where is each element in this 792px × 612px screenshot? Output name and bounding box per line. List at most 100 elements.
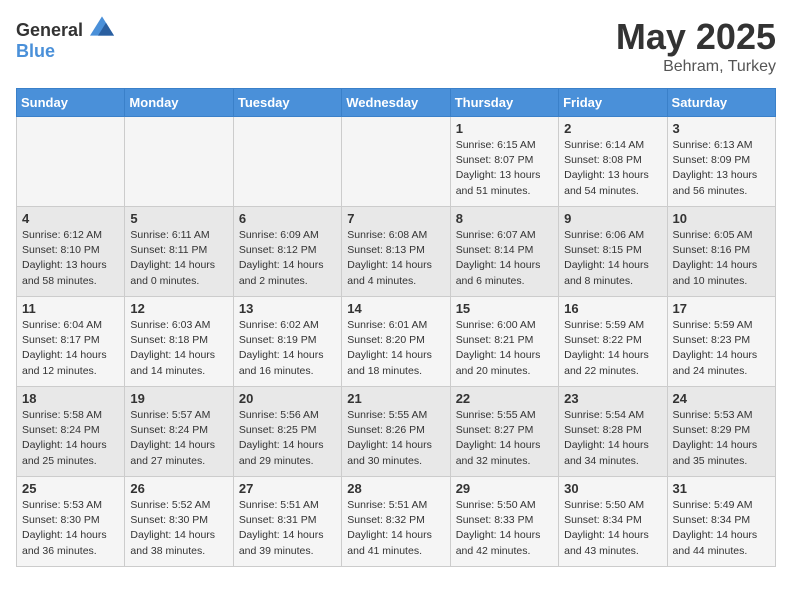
day-info: Sunrise: 5:53 AM Sunset: 8:30 PM Dayligh… (22, 498, 119, 559)
calendar-header: SundayMondayTuesdayWednesdayThursdayFrid… (17, 89, 776, 117)
day-cell: 13 Sunrise: 6:02 AM Sunset: 8:19 PM Dayli… (233, 297, 341, 387)
day-number: 6 (239, 211, 336, 226)
day-cell: 15 Sunrise: 6:00 AM Sunset: 8:21 PM Dayli… (450, 297, 558, 387)
day-cell: 2Sunrise: 6:14 AM Sunset: 8:08 PM Daylig… (559, 117, 667, 207)
day-number: 24 (673, 391, 770, 406)
page-header: General Blue May 2025 Behram, Turkey (16, 16, 776, 76)
day-info: Sunrise: 5:56 AM Sunset: 8:25 PM Dayligh… (239, 408, 336, 469)
day-info: Sunrise: 5:59 AM Sunset: 8:22 PM Dayligh… (564, 318, 661, 379)
day-number: 5 (130, 211, 227, 226)
day-info: Sunrise: 6:01 AM Sunset: 8:20 PM Dayligh… (347, 318, 444, 379)
day-cell: 11 Sunrise: 6:04 AM Sunset: 8:17 PM Dayli… (17, 297, 125, 387)
day-header-tuesday: Tuesday (233, 89, 341, 117)
day-info: Sunrise: 6:03 AM Sunset: 8:18 PM Dayligh… (130, 318, 227, 379)
day-info: Sunrise: 6:05 AM Sunset: 8:16 PM Dayligh… (673, 228, 770, 289)
week-row-2: 4 Sunrise: 6:12 AM Sunset: 8:10 PM Daylig… (17, 207, 776, 297)
day-header-monday: Monday (125, 89, 233, 117)
day-info: Sunrise: 6:11 AM Sunset: 8:11 PM Dayligh… (130, 228, 227, 289)
day-number: 17 (673, 301, 770, 316)
day-cell: 4 Sunrise: 6:12 AM Sunset: 8:10 PM Daylig… (17, 207, 125, 297)
day-info: Sunrise: 5:53 AM Sunset: 8:29 PM Dayligh… (673, 408, 770, 469)
day-header-thursday: Thursday (450, 89, 558, 117)
day-number: 25 (22, 481, 119, 496)
day-cell: 22 Sunrise: 5:55 AM Sunset: 8:27 PM Dayli… (450, 387, 558, 477)
day-cell: 25 Sunrise: 5:53 AM Sunset: 8:30 PM Dayli… (17, 477, 125, 567)
day-cell: 3 Sunrise: 6:13 AM Sunset: 8:09 PM Daylig… (667, 117, 775, 207)
day-cell: 30 Sunrise: 5:50 AM Sunset: 8:34 PM Dayli… (559, 477, 667, 567)
day-cell (125, 117, 233, 207)
day-cell: 19 Sunrise: 5:57 AM Sunset: 8:24 PM Dayli… (125, 387, 233, 477)
day-info: Sunrise: 6:08 AM Sunset: 8:13 PM Dayligh… (347, 228, 444, 289)
day-number: 29 (456, 481, 553, 496)
day-info: Sunrise: 5:52 AM Sunset: 8:30 PM Dayligh… (130, 498, 227, 559)
day-info: Sunrise: 6:04 AM Sunset: 8:17 PM Dayligh… (22, 318, 119, 379)
day-number: 20 (239, 391, 336, 406)
day-cell: 5 Sunrise: 6:11 AM Sunset: 8:11 PM Daylig… (125, 207, 233, 297)
day-number: 3 (673, 121, 770, 136)
day-number: 12 (130, 301, 227, 316)
day-info: Sunrise: 6:15 AM Sunset: 8:07 PM Dayligh… (456, 138, 553, 199)
day-number: 31 (673, 481, 770, 496)
day-info: Sunrise: 6:13 AM Sunset: 8:09 PM Dayligh… (673, 138, 770, 199)
day-cell: 29Sunrise: 5:50 AM Sunset: 8:33 PM Dayli… (450, 477, 558, 567)
day-cell: 31 Sunrise: 5:49 AM Sunset: 8:34 PM Dayli… (667, 477, 775, 567)
day-info: Sunrise: 5:51 AM Sunset: 8:31 PM Dayligh… (239, 498, 336, 559)
day-number: 9 (564, 211, 661, 226)
day-cell: 1Sunrise: 6:15 AM Sunset: 8:07 PM Daylig… (450, 117, 558, 207)
day-info: Sunrise: 6:12 AM Sunset: 8:10 PM Dayligh… (22, 228, 119, 289)
week-row-4: 18Sunrise: 5:58 AM Sunset: 8:24 PM Dayli… (17, 387, 776, 477)
day-number: 13 (239, 301, 336, 316)
day-cell: 12 Sunrise: 6:03 AM Sunset: 8:18 PM Dayli… (125, 297, 233, 387)
week-row-3: 11 Sunrise: 6:04 AM Sunset: 8:17 PM Dayli… (17, 297, 776, 387)
day-number: 7 (347, 211, 444, 226)
day-cell: 18Sunrise: 5:58 AM Sunset: 8:24 PM Dayli… (17, 387, 125, 477)
day-info: Sunrise: 5:55 AM Sunset: 8:27 PM Dayligh… (456, 408, 553, 469)
day-cell: 7 Sunrise: 6:08 AM Sunset: 8:13 PM Daylig… (342, 207, 450, 297)
day-number: 19 (130, 391, 227, 406)
day-number: 10 (673, 211, 770, 226)
day-info: Sunrise: 5:57 AM Sunset: 8:24 PM Dayligh… (130, 408, 227, 469)
day-number: 18 (22, 391, 119, 406)
day-number: 27 (239, 481, 336, 496)
day-info: Sunrise: 6:02 AM Sunset: 8:19 PM Dayligh… (239, 318, 336, 379)
day-cell: 6 Sunrise: 6:09 AM Sunset: 8:12 PM Daylig… (233, 207, 341, 297)
day-number: 21 (347, 391, 444, 406)
day-number: 8 (456, 211, 553, 226)
day-cell (342, 117, 450, 207)
day-cell: 27 Sunrise: 5:51 AM Sunset: 8:31 PM Dayli… (233, 477, 341, 567)
day-header-sunday: Sunday (17, 89, 125, 117)
day-info: Sunrise: 6:00 AM Sunset: 8:21 PM Dayligh… (456, 318, 553, 379)
day-info: Sunrise: 5:49 AM Sunset: 8:34 PM Dayligh… (673, 498, 770, 559)
day-info: Sunrise: 6:06 AM Sunset: 8:15 PM Dayligh… (564, 228, 661, 289)
day-number: 23 (564, 391, 661, 406)
day-number: 4 (22, 211, 119, 226)
day-number: 26 (130, 481, 227, 496)
day-info: Sunrise: 5:50 AM Sunset: 8:34 PM Dayligh… (564, 498, 661, 559)
day-info: Sunrise: 6:09 AM Sunset: 8:12 PM Dayligh… (239, 228, 336, 289)
day-info: Sunrise: 6:07 AM Sunset: 8:14 PM Dayligh… (456, 228, 553, 289)
day-cell: 20 Sunrise: 5:56 AM Sunset: 8:25 PM Dayli… (233, 387, 341, 477)
day-cell (17, 117, 125, 207)
day-number: 15 (456, 301, 553, 316)
day-number: 11 (22, 301, 119, 316)
logo-blue: Blue (16, 41, 55, 61)
day-cell: 28Sunrise: 5:51 AM Sunset: 8:32 PM Dayli… (342, 477, 450, 567)
day-cell: 14 Sunrise: 6:01 AM Sunset: 8:20 PM Dayli… (342, 297, 450, 387)
day-cell: 24 Sunrise: 5:53 AM Sunset: 8:29 PM Dayli… (667, 387, 775, 477)
calendar-table: SundayMondayTuesdayWednesdayThursdayFrid… (16, 88, 776, 567)
day-cell: 26 Sunrise: 5:52 AM Sunset: 8:30 PM Dayli… (125, 477, 233, 567)
calendar-body: 1Sunrise: 6:15 AM Sunset: 8:07 PM Daylig… (17, 117, 776, 567)
day-number: 14 (347, 301, 444, 316)
day-number: 22 (456, 391, 553, 406)
day-header-wednesday: Wednesday (342, 89, 450, 117)
day-cell: 10 Sunrise: 6:05 AM Sunset: 8:16 PM Dayli… (667, 207, 775, 297)
day-number: 30 (564, 481, 661, 496)
day-cell: 23Sunrise: 5:54 AM Sunset: 8:28 PM Dayli… (559, 387, 667, 477)
day-cell: 16Sunrise: 5:59 AM Sunset: 8:22 PM Dayli… (559, 297, 667, 387)
logo: General Blue (16, 16, 114, 62)
day-info: Sunrise: 5:51 AM Sunset: 8:32 PM Dayligh… (347, 498, 444, 559)
week-row-5: 25 Sunrise: 5:53 AM Sunset: 8:30 PM Dayli… (17, 477, 776, 567)
day-number: 2 (564, 121, 661, 136)
day-info: Sunrise: 5:59 AM Sunset: 8:23 PM Dayligh… (673, 318, 770, 379)
logo-text: General Blue (16, 16, 114, 62)
